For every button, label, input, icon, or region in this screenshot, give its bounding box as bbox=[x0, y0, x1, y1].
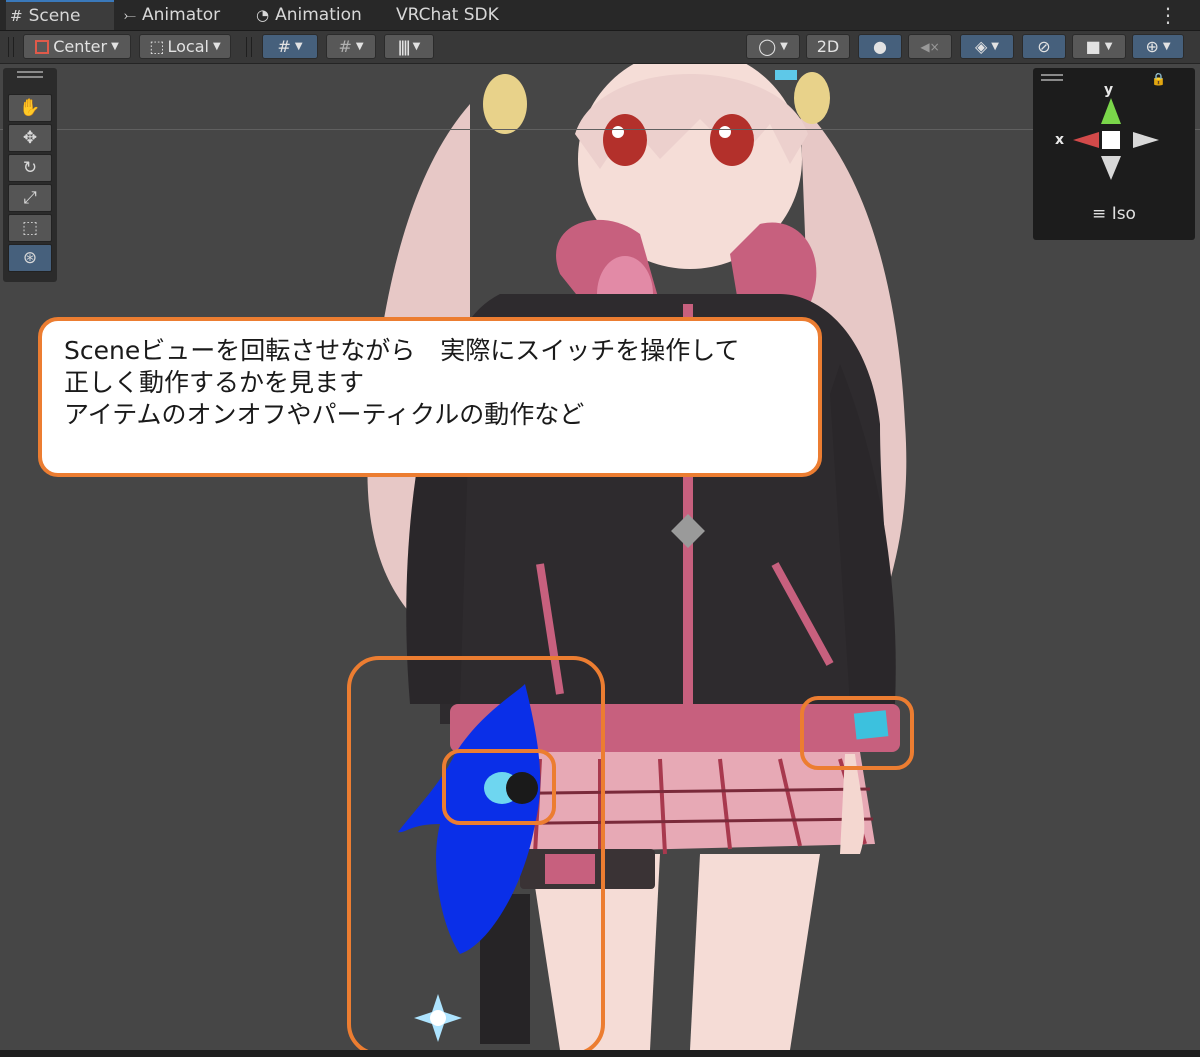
light-bulb-icon: ● bbox=[873, 37, 887, 56]
menu-icon: ≡ bbox=[1092, 204, 1107, 224]
orientation-gizmo[interactable]: 🔒 y x ≡ Iso bbox=[1033, 68, 1195, 240]
lighting-toggle[interactable]: ● bbox=[858, 34, 902, 59]
tab-label: Scene bbox=[28, 6, 81, 26]
pivot-rotation-dropdown[interactable]: ⬚ Local ▼ bbox=[139, 34, 231, 59]
more-options-icon[interactable]: ⋮ bbox=[1158, 3, 1178, 27]
y-axis-cone bbox=[1101, 98, 1121, 124]
pivot-label: Center bbox=[53, 37, 108, 56]
panel-grip[interactable] bbox=[17, 71, 43, 78]
neg-y-axis-cone bbox=[1101, 156, 1121, 180]
tab-scene[interactable]: # Scene bbox=[6, 0, 114, 30]
callout-line-1: Sceneビューを回転させながら 実際にスイッチを操作して bbox=[64, 336, 740, 365]
grid-snapping-toggle[interactable]: # ▼ bbox=[326, 34, 376, 59]
chevron-down-icon: ▼ bbox=[212, 41, 221, 52]
tab-label: Animation bbox=[275, 5, 362, 25]
grid-visibility-toggle[interactable]: # ▼ bbox=[262, 34, 318, 59]
scene-icon: # bbox=[10, 7, 23, 25]
projection-toggle[interactable]: ≡ Iso bbox=[1033, 204, 1195, 224]
x-axis-label: x bbox=[1055, 132, 1065, 148]
space-label: Local bbox=[167, 37, 209, 56]
eye-slash-icon: ⊘ bbox=[1037, 37, 1051, 56]
pivot-mode-dropdown[interactable]: Center ▼ bbox=[23, 34, 131, 59]
layers-icon: ◈ bbox=[974, 37, 988, 56]
tab-vrchat-sdk[interactable]: VRChat SDK bbox=[396, 0, 499, 30]
eye-highlight-left bbox=[612, 126, 624, 138]
chevron-down-icon: ▼ bbox=[991, 41, 999, 52]
pivot-center-icon bbox=[35, 39, 50, 54]
shaded-sphere-icon: ◯ bbox=[758, 37, 777, 56]
chevron-down-icon: ▼ bbox=[355, 41, 364, 52]
transform-icon: ⊛ bbox=[22, 248, 38, 268]
draw-mode-dropdown[interactable]: ◯ ▼ bbox=[746, 34, 800, 59]
effects-dropdown[interactable]: ◈ ▼ bbox=[960, 34, 1014, 59]
toolbar-grip[interactable] bbox=[246, 37, 252, 57]
tab-label: VRChat SDK bbox=[396, 5, 499, 25]
ear-left bbox=[483, 74, 527, 134]
animator-icon: ⤚ bbox=[124, 6, 137, 24]
scale-icon: ⤢ bbox=[23, 188, 37, 208]
scale-tool-button[interactable]: ⤢ bbox=[8, 184, 52, 212]
hair-clip bbox=[775, 70, 797, 80]
scene-toolbar: Center ▼ ⬚ Local ▼ # ▼ # ▼ ǀǀǀǀ ▼ ◯ ▼ 2D… bbox=[0, 31, 1200, 64]
leg-right bbox=[690, 854, 820, 1050]
camera-settings-dropdown[interactable]: ■ ▼ bbox=[1072, 34, 1126, 59]
center-cube bbox=[1102, 131, 1120, 149]
chevron-down-icon: ▼ bbox=[780, 41, 788, 52]
ruler-icon: ǀǀǀǀ bbox=[397, 37, 411, 56]
chevron-down-icon: ▼ bbox=[1162, 41, 1171, 52]
neg-x-axis-cone bbox=[1133, 132, 1159, 148]
instruction-callout: Sceneビューを回転させながら 実際にスイッチを操作して 正しく動作するかを見… bbox=[38, 317, 822, 477]
local-cube-icon: ⬚ bbox=[149, 37, 165, 56]
eye-right bbox=[710, 114, 754, 166]
highlight-wrist-item bbox=[800, 696, 914, 770]
callout-line-4: アイテムのオンオフやパーティクルの動作など bbox=[64, 400, 585, 429]
window-tab-bar: # Scene ⤚ Animator ◔ Animation VRChat SD… bbox=[0, 0, 1200, 31]
highlight-toggle-sphere bbox=[442, 749, 556, 825]
camera-icon: ■ bbox=[1085, 37, 1101, 56]
hand-tool-button[interactable]: ✋ bbox=[8, 94, 52, 122]
increment-snapping-toggle[interactable]: ǀǀǀǀ ▼ bbox=[384, 34, 434, 59]
rect-tool-button[interactable]: ⬚ bbox=[8, 214, 52, 242]
speaker-muted-icon: ◀× bbox=[920, 39, 940, 54]
bottom-panel-edge bbox=[0, 1050, 1200, 1057]
eye-highlight-right bbox=[719, 126, 731, 138]
horizon-line bbox=[0, 129, 1200, 130]
projection-label: Iso bbox=[1111, 204, 1136, 224]
rect-icon: ⬚ bbox=[21, 218, 39, 238]
chevron-down-icon: ▼ bbox=[412, 41, 421, 52]
callout-line-2: 正しく動作するかを見ます bbox=[64, 368, 365, 397]
tab-animation[interactable]: ◔ Animation bbox=[256, 0, 362, 30]
gizmos-dropdown[interactable]: ⊕ ▼ bbox=[1132, 34, 1184, 59]
highlight-shark-item bbox=[347, 656, 605, 1056]
animation-icon: ◔ bbox=[256, 6, 270, 24]
move-tool-button[interactable]: ✥ bbox=[8, 124, 52, 152]
move-icon: ✥ bbox=[22, 128, 38, 148]
audio-toggle[interactable]: ◀× bbox=[908, 34, 952, 59]
x-axis-cone bbox=[1073, 132, 1099, 148]
rotate-icon: ↻ bbox=[22, 158, 38, 178]
y-axis-label: y bbox=[1104, 82, 1114, 98]
gizmo-globe-icon: ⊕ bbox=[1145, 37, 1159, 56]
2d-label: 2D bbox=[816, 37, 840, 56]
grid-icon: # bbox=[277, 37, 291, 56]
transform-tools-panel: ✋ ✥ ↻ ⤢ ⬚ ⊛ bbox=[3, 68, 57, 282]
tab-label: Animator bbox=[142, 5, 221, 25]
chevron-down-icon: ▼ bbox=[111, 41, 119, 52]
rotate-tool-button[interactable]: ↻ bbox=[8, 154, 52, 182]
grid-snap-icon: # bbox=[338, 37, 352, 56]
scene-visibility-toggle[interactable]: ⊘ bbox=[1022, 34, 1066, 59]
chevron-down-icon: ▼ bbox=[1104, 41, 1113, 52]
2d-mode-toggle[interactable]: 2D bbox=[806, 34, 850, 59]
transform-tool-button[interactable]: ⊛ bbox=[8, 244, 52, 272]
toolbar-grip[interactable] bbox=[8, 37, 14, 57]
ear-right bbox=[794, 72, 830, 124]
chevron-down-icon: ▼ bbox=[294, 41, 303, 52]
eye-left bbox=[603, 114, 647, 166]
hand-icon: ✋ bbox=[19, 98, 41, 118]
tab-animator[interactable]: ⤚ Animator bbox=[124, 0, 220, 30]
